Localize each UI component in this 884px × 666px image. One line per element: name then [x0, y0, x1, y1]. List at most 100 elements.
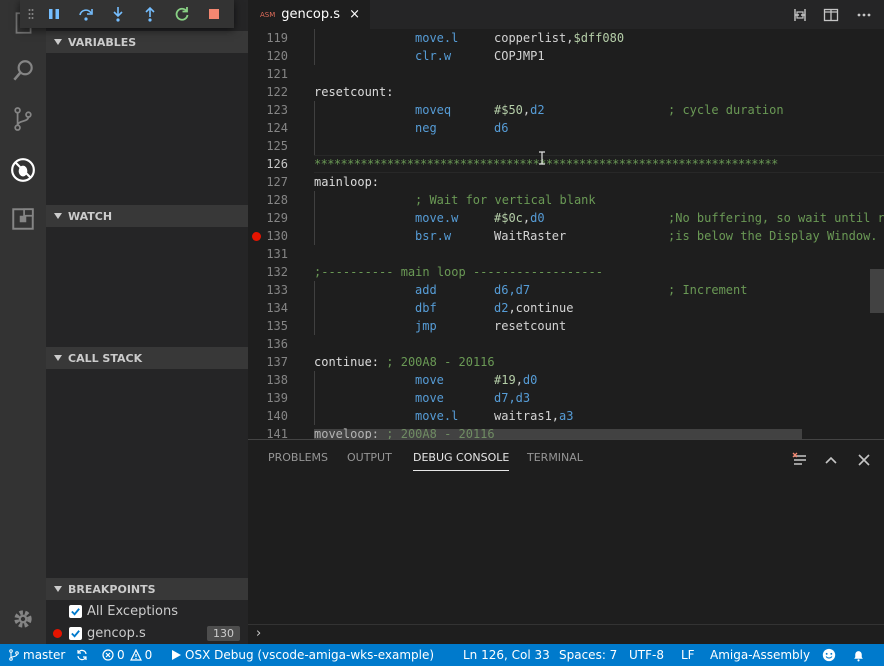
line-number: 137	[266, 355, 288, 369]
stop-button[interactable]	[198, 0, 230, 28]
open-changes-button[interactable]	[789, 4, 811, 26]
settings-gear-icon[interactable]	[0, 596, 46, 642]
code-label: resetcount:	[314, 85, 394, 99]
step-out-button[interactable]	[134, 0, 166, 28]
operand: copperlist,$dff080	[494, 31, 625, 45]
code-line[interactable]: 120 clr.w COPJMP1	[248, 47, 884, 65]
code-line[interactable]: 123 moveq #$50,d2 ; cycle duration	[248, 101, 884, 119]
line-number: 119	[266, 31, 288, 45]
code-line[interactable]: 140 move.l waitras1,a3	[248, 407, 884, 425]
vertical-scrollbar[interactable]	[870, 269, 884, 313]
line-number: 139	[266, 391, 288, 405]
tab-terminal[interactable]: TERMINAL	[527, 451, 583, 471]
tab-debug-console[interactable]: DEBUG CONSOLE	[413, 451, 510, 471]
collapse-triangle-icon	[54, 39, 62, 45]
code-line[interactable]: 139 move d7,d3	[248, 389, 884, 407]
play-icon	[172, 650, 181, 660]
code-line-current[interactable]: 126 *************************************…	[248, 155, 884, 173]
code-line[interactable]: 127 mainloop:	[248, 173, 884, 191]
line-number: 126	[266, 157, 288, 171]
code-line[interactable]: 131	[248, 245, 884, 263]
tab-problems[interactable]: PROBLEMS	[268, 451, 328, 471]
code-line[interactable]: 122 resetcount:	[248, 83, 884, 101]
restart-icon	[175, 7, 189, 21]
call-stack-section-header[interactable]: CALL STACK	[46, 347, 248, 369]
code-line[interactable]: 133 add d6,d7 ; Increment	[248, 281, 884, 299]
step-over-button[interactable]	[70, 0, 102, 28]
instruction: move	[415, 391, 444, 405]
debug-sidebar: VARIABLES WATCH CALL STACK BREAKPOINTS A…	[46, 0, 248, 644]
code-line[interactable]: 121	[248, 65, 884, 83]
step-into-icon	[113, 7, 123, 22]
sync-button[interactable]	[76, 644, 91, 666]
code-line-breakpoint[interactable]: 130 bsr.w WaitRaster ;is below the Display …	[248, 227, 884, 245]
code-comment: ; cycle duration	[668, 103, 784, 117]
restart-button[interactable]	[166, 0, 198, 28]
cursor-position-status[interactable]: Ln 126, Col 33	[463, 644, 550, 666]
breakpoint-gencop[interactable]: gencop.s 130	[46, 622, 248, 644]
debug-icon[interactable]	[0, 147, 46, 193]
split-editor-icon	[823, 8, 839, 22]
more-actions-button[interactable]	[853, 4, 875, 26]
tab-output[interactable]: OUTPUT	[347, 451, 392, 471]
drag-handle-icon[interactable]	[24, 8, 38, 20]
line-number: 130	[266, 229, 288, 243]
split-editor-button[interactable]	[820, 4, 842, 26]
notifications-button[interactable]	[852, 644, 868, 666]
code-line[interactable]: 129 move.w #$0c,d0 ;No buffering, so wait u…	[248, 209, 884, 227]
language-mode-status[interactable]: Amiga-Assembly	[710, 644, 810, 666]
line-number: 135	[266, 319, 288, 333]
checkbox-checked-icon[interactable]	[69, 626, 82, 640]
debug-console-input[interactable]: ›	[248, 624, 884, 644]
breakpoint-all-exceptions[interactable]: All Exceptions	[46, 600, 248, 622]
variables-section-header[interactable]: VARIABLES	[46, 31, 248, 53]
code-comment: ; 200A8 - 20116	[386, 355, 495, 369]
encoding-status[interactable]: UTF-8	[629, 644, 664, 666]
watch-section-header[interactable]: WATCH	[46, 205, 248, 227]
code-line[interactable]: 134 dbf d2,continue	[248, 299, 884, 317]
feedback-button[interactable]	[822, 644, 839, 666]
line-number: 141	[266, 427, 288, 439]
instruction: dbf	[415, 301, 437, 315]
code-line[interactable]: 125	[248, 137, 884, 155]
pause-button[interactable]	[38, 0, 70, 28]
code-line[interactable]: 124 neg d6	[248, 119, 884, 137]
debug-config-status[interactable]: OSX Debug (vscode-amiga-wks-example)	[170, 644, 434, 666]
horizontal-scrollbar[interactable]	[314, 429, 802, 439]
code-editor[interactable]: 119 move.l copperlist,$dff080 120 clr.w COPJ…	[248, 29, 884, 439]
code-comment: ;is below the Display Window.	[668, 229, 878, 243]
breakpoints-section-header[interactable]: BREAKPOINTS	[46, 578, 248, 600]
step-into-button[interactable]	[102, 0, 134, 28]
instruction: neg	[415, 121, 437, 135]
problems-status[interactable]: 0 0	[102, 644, 152, 666]
extensions-icon[interactable]	[0, 196, 46, 242]
instruction: add	[415, 283, 437, 297]
indentation-status[interactable]: Spaces: 7	[559, 644, 617, 666]
operand: d2,continue	[494, 301, 574, 315]
eol-status[interactable]: LF	[681, 644, 695, 666]
search-icon[interactable]	[0, 48, 46, 94]
maximize-panel-button[interactable]	[821, 450, 841, 470]
line-number: 140	[266, 409, 288, 423]
checkbox-checked-icon[interactable]	[69, 604, 82, 618]
code-line[interactable]: 128 ; Wait for vertical blank	[248, 191, 884, 209]
instruction: clr.w	[415, 49, 452, 63]
git-branch-status[interactable]: master	[8, 644, 65, 666]
code-line[interactable]: 119 move.l copperlist,$dff080	[248, 29, 884, 47]
line-number: 122	[266, 85, 288, 99]
code-line[interactable]: 135 jmp resetcount	[248, 317, 884, 335]
operand: d7,d3	[494, 391, 531, 405]
close-panel-button[interactable]	[854, 450, 874, 470]
editor-tab-gencop[interactable]: ASM gencop.s ×	[248, 0, 370, 29]
asm-file-icon: ASM	[260, 10, 276, 19]
source-control-icon[interactable]	[0, 96, 46, 142]
code-line[interactable]: 137 continue: ; 200A8 - 20116	[248, 353, 884, 371]
tab-close-icon[interactable]: ×	[349, 7, 360, 22]
code-line[interactable]: 132 ;---------- main loop ---------------…	[248, 263, 884, 281]
operand: #$0c,d0	[494, 211, 545, 225]
clear-console-button[interactable]	[790, 450, 810, 470]
code-line[interactable]: 138 move #19,d0	[248, 371, 884, 389]
code-line[interactable]: 136	[248, 335, 884, 353]
line-number: 131	[266, 247, 288, 261]
operand: d6	[494, 121, 509, 135]
